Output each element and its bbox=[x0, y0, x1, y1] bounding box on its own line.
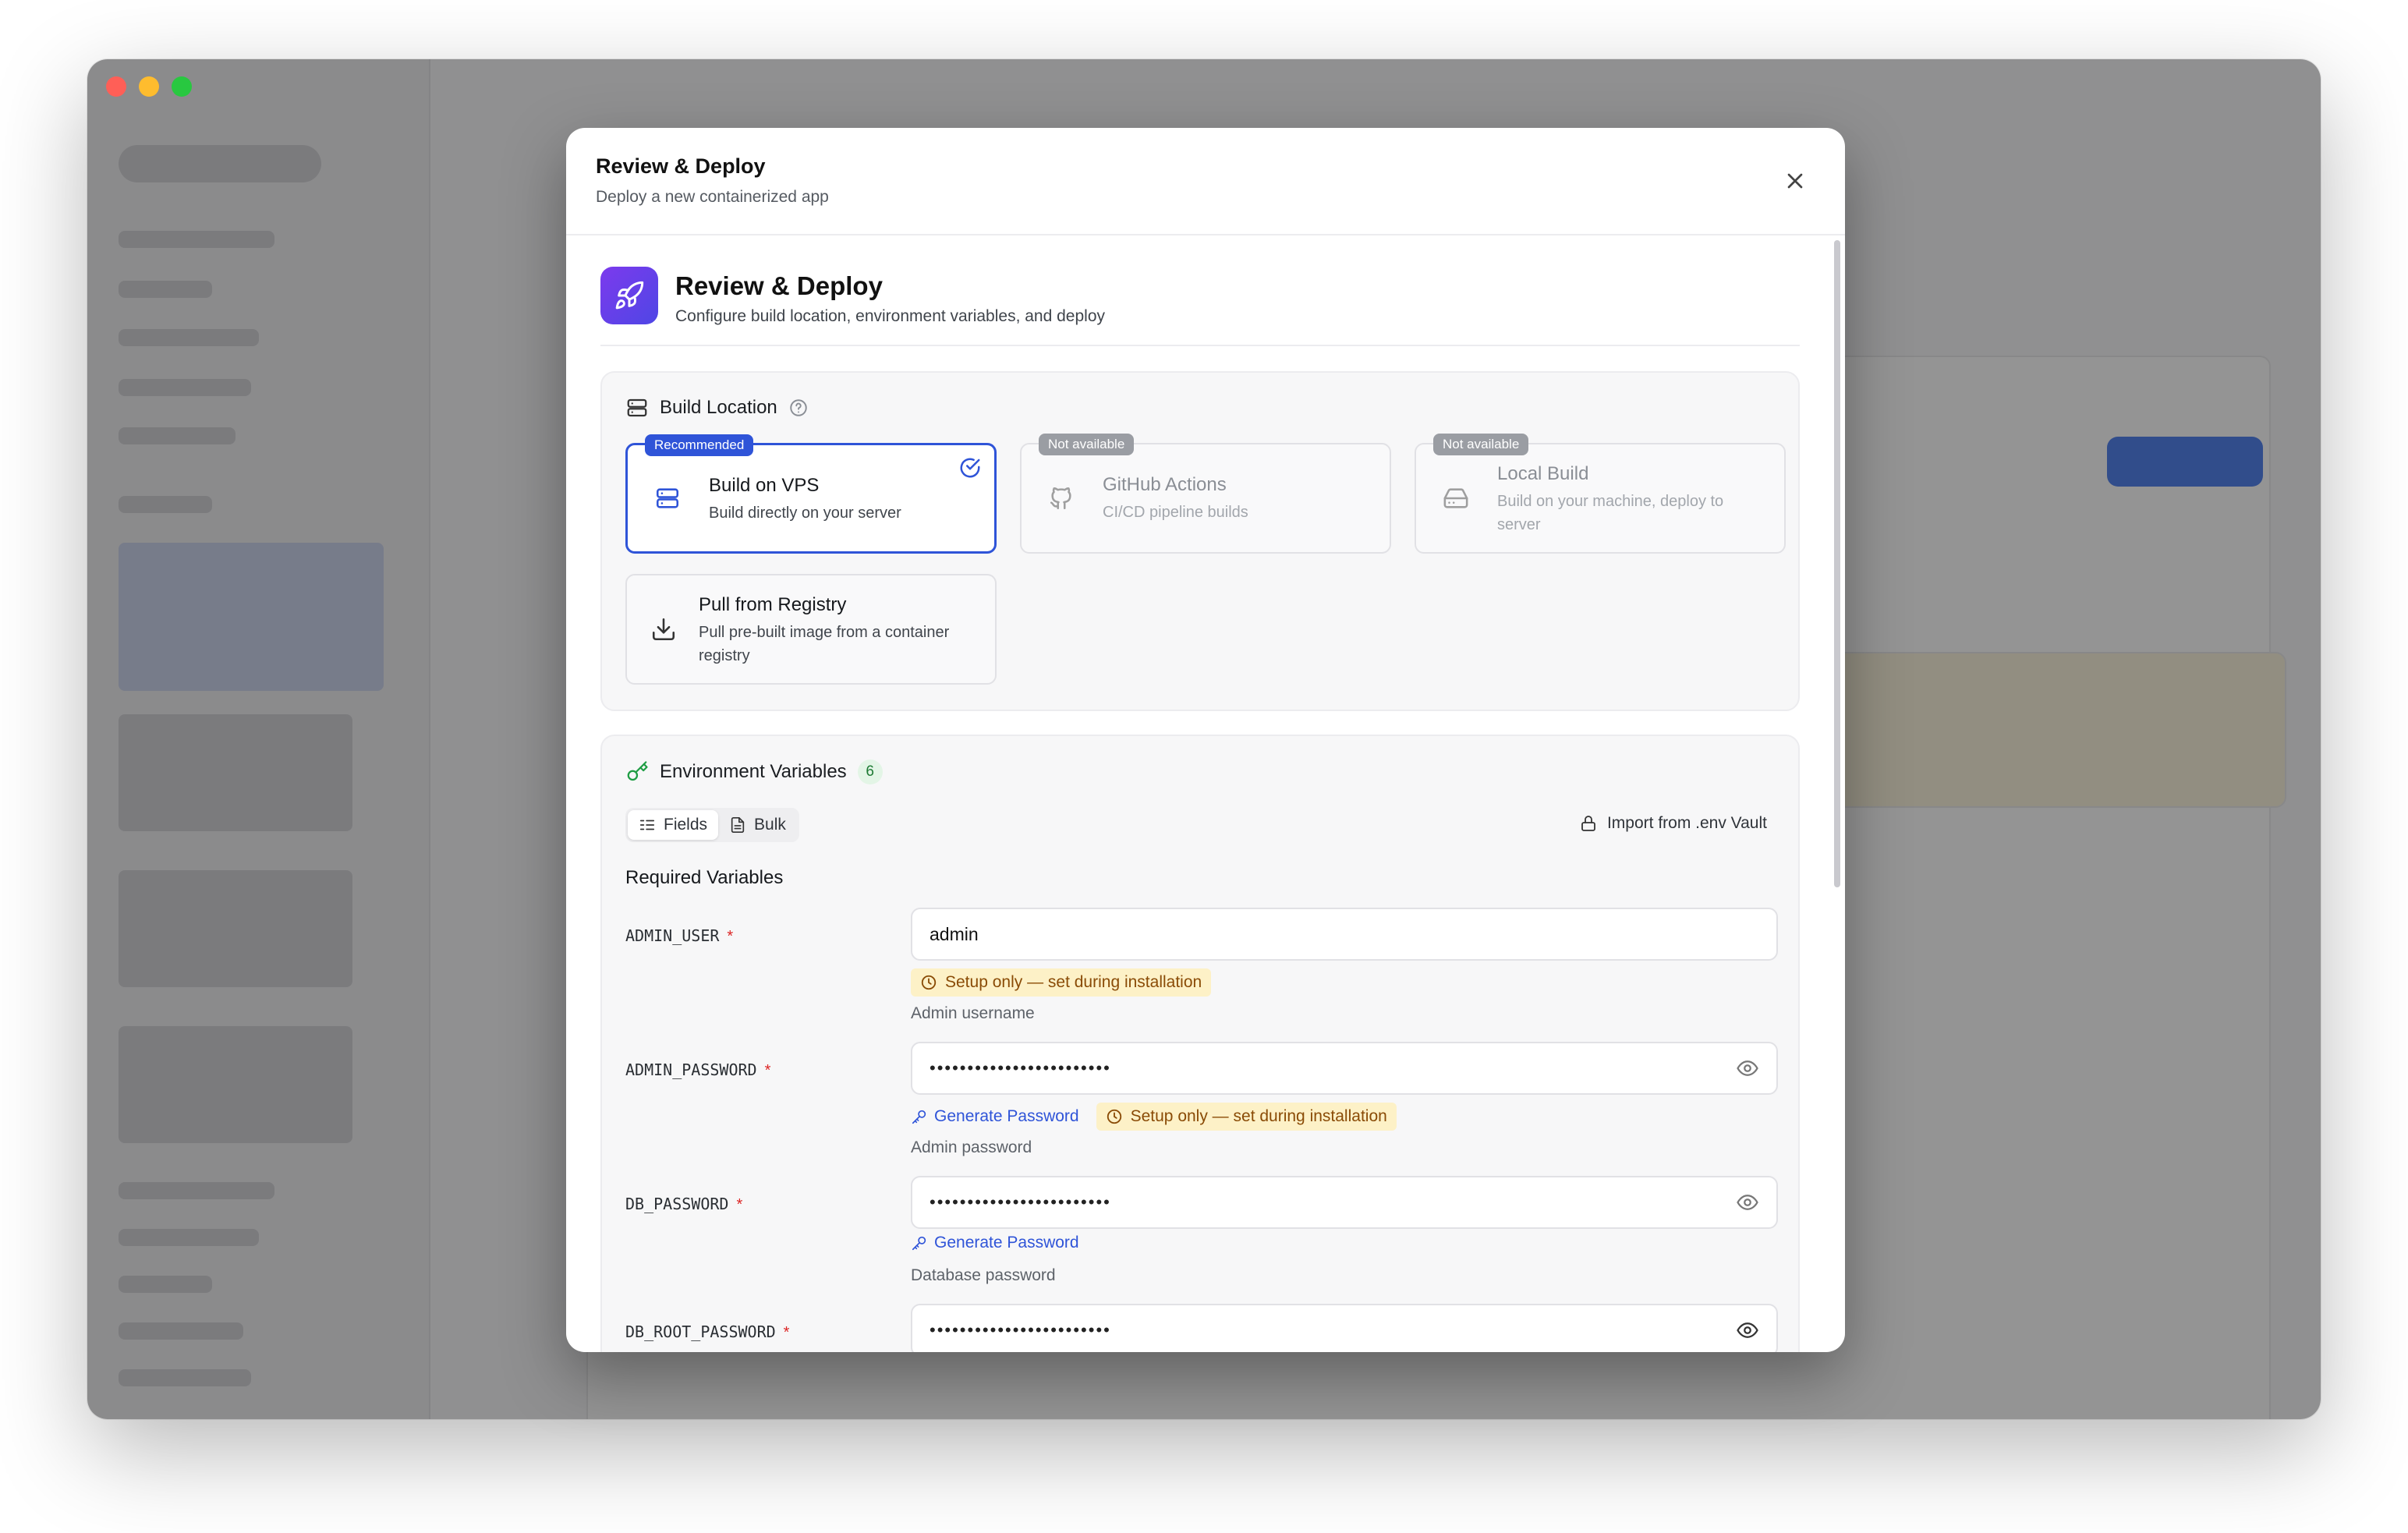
environment-variables-section: Environment Variables 6 Fields Bulk Impo… bbox=[600, 735, 1800, 1352]
build-option-registry[interactable]: Pull from Registry Pull pre-built image … bbox=[625, 574, 997, 685]
build-location-heading: Build Location bbox=[625, 396, 809, 420]
server-icon bbox=[656, 488, 679, 508]
hard-drive-icon bbox=[1443, 488, 1468, 508]
setup-only-label: Setup only — set during installation bbox=[1130, 1107, 1387, 1125]
variable-name: ADMIN_USER * bbox=[625, 926, 733, 946]
build-location-title: Build Location bbox=[660, 397, 777, 418]
generate-password-button[interactable]: Generate Password bbox=[911, 1107, 1079, 1126]
not-available-badge: Not available bbox=[1433, 434, 1529, 455]
field-help-text: Database password bbox=[911, 1266, 1056, 1284]
window-controls bbox=[106, 76, 192, 97]
setup-only-label: Setup only — set during installation bbox=[945, 973, 1202, 991]
admin-password-input[interactable]: •••••••••••••••••••••••• bbox=[911, 1042, 1778, 1095]
tab-fields[interactable]: Fields bbox=[628, 810, 719, 840]
build-option-title: Local Build bbox=[1497, 463, 1589, 484]
variable-count-badge: 6 bbox=[857, 759, 883, 784]
build-option-title: Build on VPS bbox=[709, 475, 820, 496]
clock-icon bbox=[921, 975, 937, 990]
setup-only-badge: Setup only — set during installation bbox=[1096, 1103, 1397, 1131]
key-icon bbox=[912, 1236, 926, 1251]
list-icon bbox=[639, 820, 655, 830]
field-help-text: Admin password bbox=[911, 1138, 1032, 1156]
env-view-tabs: Fields Bulk bbox=[625, 808, 799, 842]
dialog-scrollbar[interactable] bbox=[1834, 240, 1840, 887]
key-icon bbox=[912, 1110, 926, 1124]
field-hints: Generate Password Setup only — set durin… bbox=[911, 1103, 1397, 1131]
required-marker: * bbox=[736, 1196, 743, 1213]
variable-key: ADMIN_USER bbox=[625, 926, 720, 945]
close-dialog-button[interactable] bbox=[1783, 168, 1808, 193]
not-available-badge: Not available bbox=[1039, 434, 1135, 455]
import-env-vault-button[interactable]: Import from .env Vault bbox=[1579, 814, 1767, 833]
generate-password-label: Generate Password bbox=[934, 1234, 1079, 1252]
file-text-icon bbox=[731, 817, 745, 833]
eye-icon[interactable] bbox=[1736, 1057, 1759, 1080]
password-value: •••••••••••••••••••••••• bbox=[930, 1058, 1111, 1078]
eye-icon[interactable] bbox=[1736, 1319, 1759, 1342]
required-variables-heading: Required Variables bbox=[625, 867, 784, 888]
variable-key: DB_ROOT_PASSWORD bbox=[625, 1322, 776, 1341]
field-hints: Setup only — set during installation bbox=[911, 968, 1212, 997]
generate-password-label: Generate Password bbox=[934, 1107, 1079, 1125]
lock-icon bbox=[1581, 816, 1595, 831]
dialog-header: Review & Deploy Deploy a new containeriz… bbox=[566, 128, 1845, 235]
close-icon bbox=[1787, 173, 1803, 189]
variable-key: DB_PASSWORD bbox=[625, 1195, 729, 1213]
db-password-input[interactable]: •••••••••••••••••••••••• bbox=[911, 1176, 1778, 1229]
build-location-section: Build Location Recommended Build on VPS … bbox=[600, 371, 1800, 711]
rocket-icon bbox=[600, 267, 658, 324]
eye-icon[interactable] bbox=[1736, 1191, 1759, 1214]
password-value: •••••••••••••••••••••••• bbox=[930, 1320, 1111, 1340]
build-option-github-actions: Not available GitHub Actions CI/CD pipel… bbox=[1020, 434, 1391, 554]
admin-user-input[interactable]: admin bbox=[911, 908, 1778, 961]
build-option-title: GitHub Actions bbox=[1103, 474, 1227, 495]
build-option-title: Pull from Registry bbox=[699, 594, 847, 615]
dialog-title: Review & Deploy bbox=[596, 154, 766, 178]
required-marker: * bbox=[727, 928, 734, 945]
tab-label: Fields bbox=[664, 816, 708, 834]
close-window-button[interactable] bbox=[106, 76, 126, 97]
env-title: Environment Variables bbox=[660, 761, 847, 782]
minimize-window-button[interactable] bbox=[139, 76, 159, 97]
build-option-description: Build on your machine, deploy to server bbox=[1497, 493, 1724, 533]
zoom-window-button[interactable] bbox=[172, 76, 192, 97]
variable-name: ADMIN_PASSWORD * bbox=[625, 1060, 770, 1080]
build-option-description: Pull pre-built image from a container re… bbox=[699, 624, 950, 664]
step-subtitle: Configure build location, environment va… bbox=[675, 307, 1106, 325]
required-marker: * bbox=[764, 1062, 771, 1079]
server-icon bbox=[627, 398, 647, 417]
help-circle-icon[interactable] bbox=[788, 398, 809, 418]
setup-only-badge: Setup only — set during installation bbox=[911, 968, 1212, 997]
required-marker: * bbox=[783, 1324, 790, 1341]
variable-name: DB_ROOT_PASSWORD * bbox=[625, 1322, 789, 1342]
review-deploy-dialog: Review & Deploy Deploy a new containeriz… bbox=[566, 128, 1845, 1352]
variable-name: DB_PASSWORD * bbox=[625, 1195, 742, 1214]
build-option-local: Not available Local Build Build on your … bbox=[1415, 434, 1786, 554]
tab-label: Bulk bbox=[754, 816, 786, 834]
import-label: Import from .env Vault bbox=[1606, 814, 1767, 832]
generate-password-button[interactable]: Generate Password bbox=[911, 1234, 1079, 1252]
build-option-vps[interactable]: Recommended Build on VPS Build directly … bbox=[625, 434, 997, 554]
field-help-text: Admin username bbox=[911, 1004, 1035, 1022]
dialog-body: Review & Deploy Configure build location… bbox=[566, 235, 1845, 1352]
check-circle-icon bbox=[960, 458, 980, 478]
github-icon bbox=[1050, 487, 1071, 510]
tab-bulk[interactable]: Bulk bbox=[718, 810, 797, 840]
key-icon bbox=[627, 761, 648, 781]
dialog-subtitle: Deploy a new containerized app bbox=[596, 188, 829, 206]
variable-key: ADMIN_PASSWORD bbox=[625, 1060, 757, 1079]
clock-icon bbox=[1107, 1109, 1121, 1124]
build-option-description: Build directly on your server bbox=[709, 505, 901, 522]
field-hints: Generate Password bbox=[911, 1234, 1079, 1252]
build-option-description: CI/CD pipeline builds bbox=[1103, 504, 1248, 521]
password-value: •••••••••••••••••••••••• bbox=[930, 1192, 1111, 1212]
recommended-badge: Recommended bbox=[645, 434, 754, 456]
step-header: Review & Deploy Configure build location… bbox=[600, 267, 1800, 346]
step-title: Review & Deploy bbox=[675, 271, 883, 300]
env-heading: Environment Variables 6 bbox=[625, 759, 883, 784]
db-root-password-input[interactable]: •••••••••••••••••••••••• bbox=[911, 1304, 1778, 1352]
download-icon bbox=[652, 618, 675, 641]
